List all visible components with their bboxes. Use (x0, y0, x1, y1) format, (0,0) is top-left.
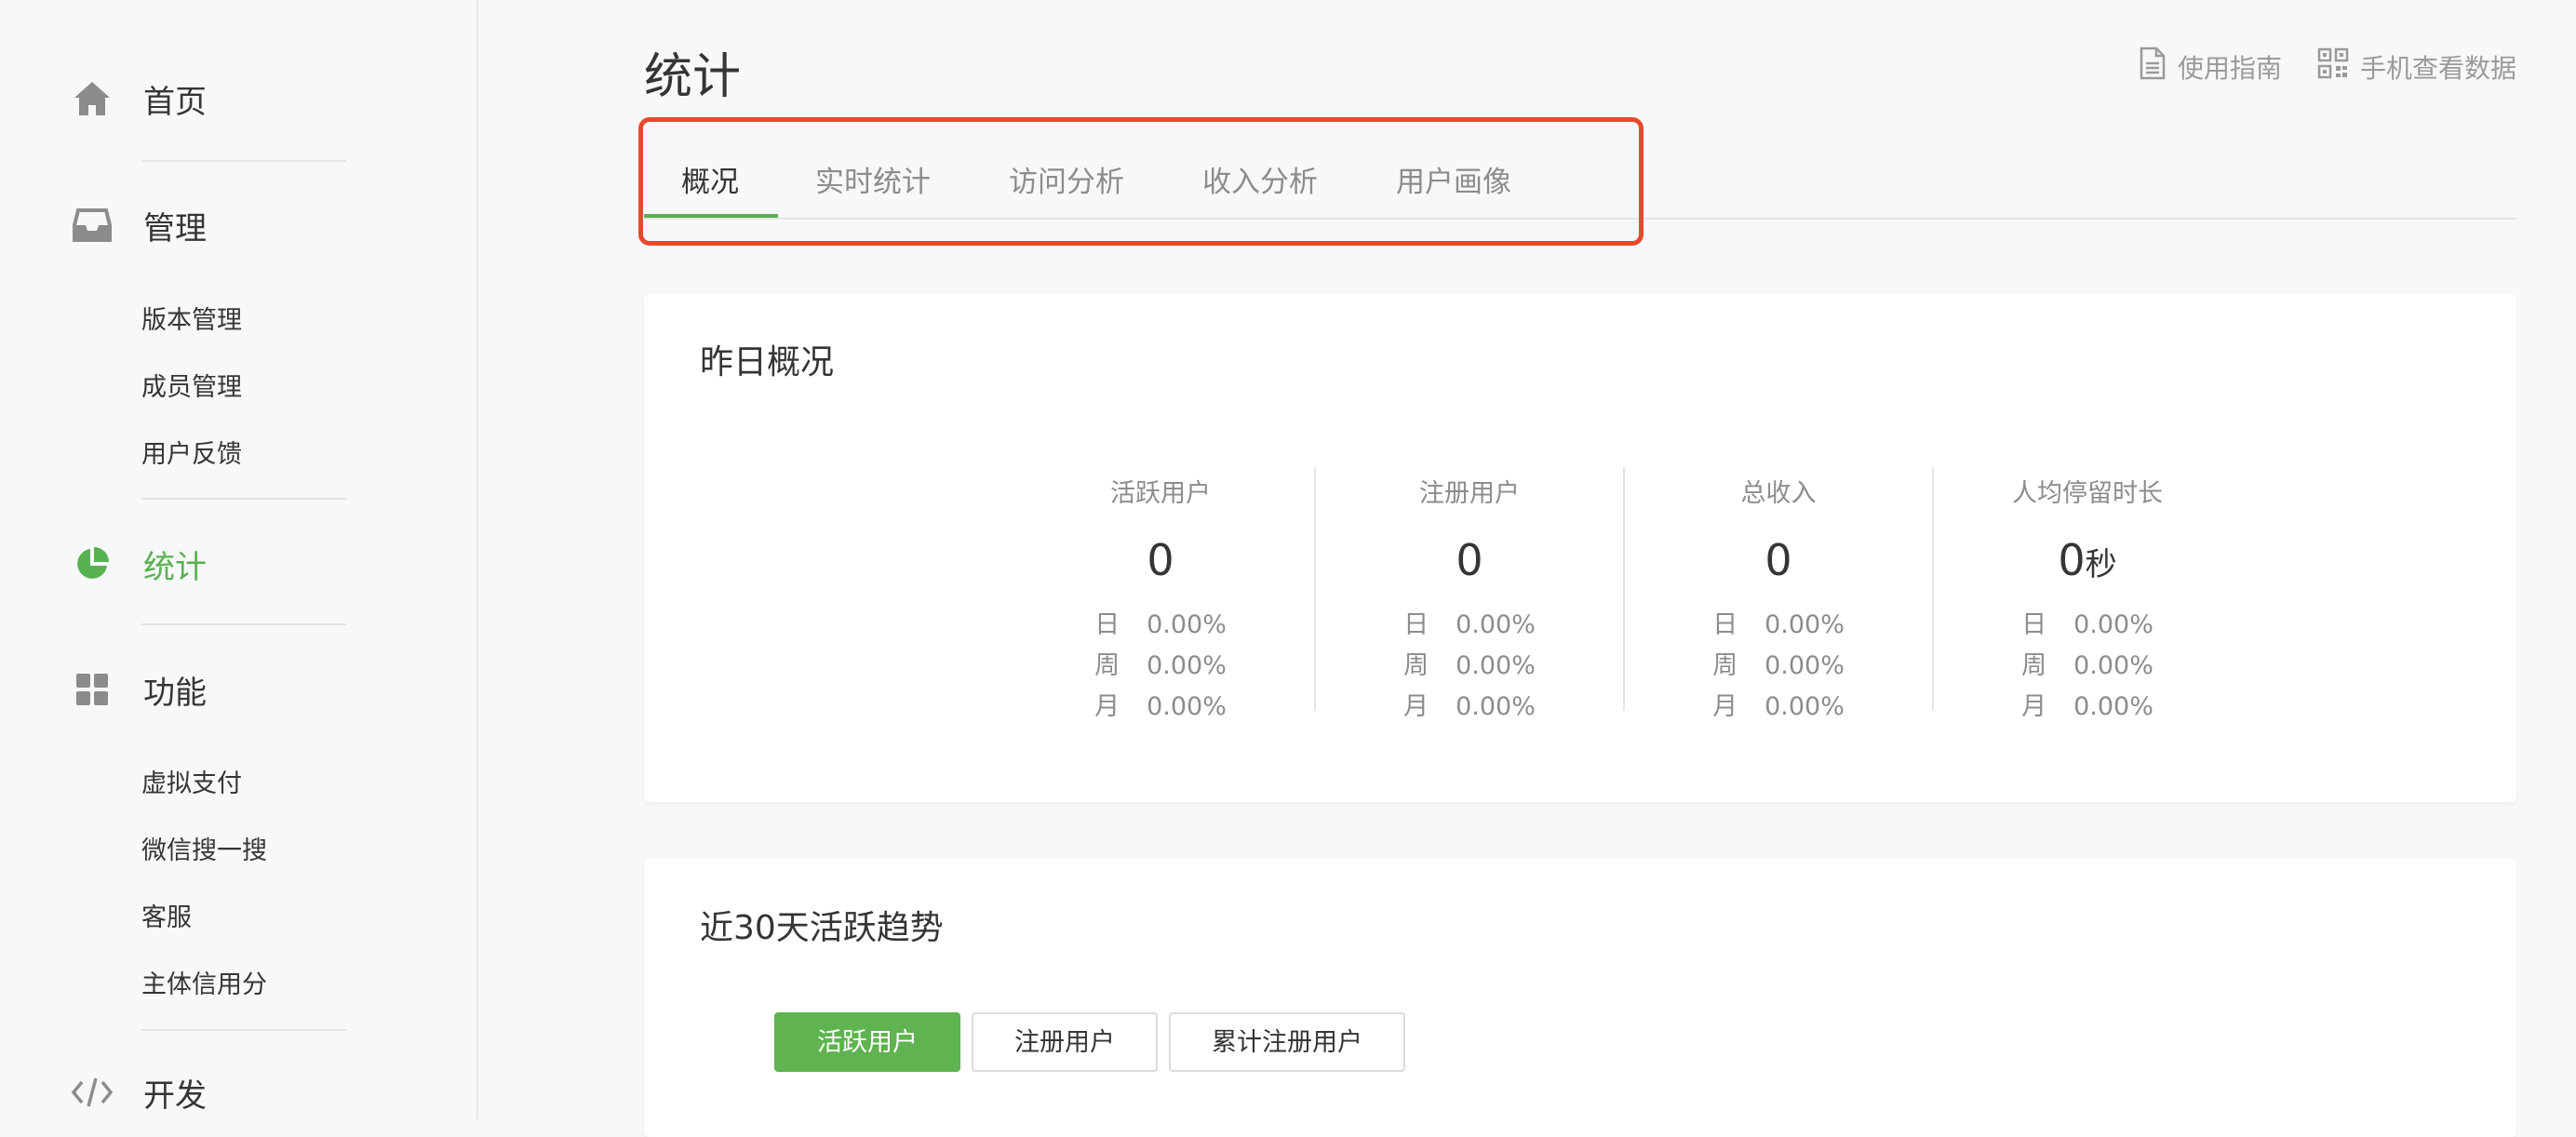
metric-avg-stay-time: 人均停留时长 0秒 日 0.00% 周 0.00% 月 0.00% (1932, 467, 2241, 721)
mobile-data-link[interactable]: 手机查看数据 (2317, 47, 2516, 86)
overview-title: 昨日概况 (700, 343, 835, 381)
sidebar-item-label: 开发 (143, 1077, 207, 1115)
page-title: 统计 (644, 49, 742, 105)
metric-month-change: 月 0.00% (1712, 692, 1845, 721)
sidebar: 首页 管理 版本管理 成员管理 用户反馈 统计 功能 虚拟支付 微信搜一搜 客服… (0, 0, 478, 1120)
metric-week-change: 周 0.00% (1712, 651, 1845, 680)
sidebar-item-dev[interactable]: 开发 (71, 1064, 207, 1120)
home-icon (71, 77, 114, 120)
sidebar-item-virtual-pay[interactable]: 虚拟支付 (141, 763, 242, 799)
sidebar-item-label: 统计 (143, 548, 207, 586)
metric-label: 活跃用户 (1110, 479, 1211, 508)
sidebar-item-user-feedback[interactable]: 用户反馈 (141, 434, 242, 470)
sidebar-item-features[interactable]: 功能 (71, 662, 207, 717)
metric-active-users: 活跃用户 0 日 0.00% 周 0.00% 月 0.00% (1007, 467, 1314, 721)
guide-link-label: 使用指南 (2177, 52, 2282, 84)
metric-registered-users: 注册用户 0 日 0.00% 周 0.00% 月 0.00% (1314, 467, 1623, 721)
metric-month-change: 月 0.00% (2021, 692, 2153, 721)
sidebar-item-credit-score[interactable]: 主体信用分 (141, 964, 267, 1000)
sidebar-item-home[interactable]: 首页 (71, 71, 207, 127)
metric-day-change: 日 0.00% (2021, 610, 2153, 639)
metric-week-change: 周 0.00% (1094, 651, 1227, 680)
code-icon (71, 1071, 114, 1114)
sidebar-item-version-manage[interactable]: 版本管理 (141, 300, 242, 336)
metric-label: 总收入 (1740, 479, 1817, 508)
sidebar-divider (141, 160, 346, 162)
metric-day-change: 日 0.00% (1403, 610, 1536, 639)
metric-value: 0 (1456, 535, 1483, 585)
metric-day-change: 日 0.00% (1712, 610, 1845, 639)
cumulative-registered-button[interactable]: 累计注册用户 (1169, 1012, 1405, 1072)
metric-week-change: 周 0.00% (2021, 651, 2153, 680)
sidebar-item-label: 首页 (143, 83, 207, 121)
guide-link[interactable]: 使用指南 (2139, 47, 2282, 87)
tab-highlight-box (638, 117, 1644, 246)
sidebar-item-label: 管理 (143, 209, 207, 247)
qrcode-icon (2317, 47, 2360, 86)
sidebar-divider (141, 623, 346, 625)
metric-value: 0 (1764, 535, 1792, 585)
mobile-data-link-label: 手机查看数据 (2359, 52, 2516, 84)
metric-value: 0 (1147, 535, 1174, 585)
sidebar-item-label: 功能 (143, 674, 207, 712)
metrics-row: 活跃用户 0 日 0.00% 周 0.00% 月 0.00% 注册用户 0 日 0.00… (1007, 467, 2241, 721)
inbox-icon (71, 204, 114, 247)
metric-day-change: 日 0.00% (1094, 610, 1227, 639)
sidebar-item-customer-service[interactable]: 客服 (141, 897, 192, 933)
trend-title: 近30天活跃趋势 (700, 909, 944, 947)
document-icon (2139, 47, 2178, 87)
sidebar-item-wechat-search[interactable]: 微信搜一搜 (141, 830, 267, 866)
registered-users-button[interactable]: 注册用户 (972, 1012, 1158, 1072)
metric-total-income: 总收入 0 日 0.00% 周 0.00% 月 0.00% (1623, 467, 1932, 721)
metric-month-change: 月 0.00% (1403, 692, 1536, 721)
trend-card: 近30天活跃趋势 活跃用户 注册用户 累计注册用户 (644, 858, 2516, 1137)
metric-value: 0秒 (2058, 535, 2117, 585)
grid-icon (71, 668, 114, 711)
sidebar-divider (141, 498, 346, 500)
sidebar-item-member-manage[interactable]: 成员管理 (141, 367, 242, 403)
metric-label: 人均停留时长 (2012, 479, 2163, 508)
active-users-button[interactable]: 活跃用户 (774, 1012, 960, 1072)
header-links: 使用指南 手机查看数据 (2139, 47, 2516, 87)
trend-series-toggle: 活跃用户 注册用户 累计注册用户 (774, 1012, 1416, 1072)
sidebar-item-stats[interactable]: 统计 (71, 536, 207, 592)
metric-label: 注册用户 (1419, 479, 1520, 508)
sidebar-item-manage[interactable]: 管理 (71, 197, 207, 253)
sidebar-divider (141, 1029, 346, 1031)
metric-week-change: 周 0.00% (1403, 651, 1536, 680)
metric-month-change: 月 0.00% (1094, 692, 1227, 721)
overview-card: 昨日概况 活跃用户 0 日 0.00% 周 0.00% 月 0.00% 注册用户 0 … (644, 294, 2516, 802)
pie-chart-icon (71, 542, 114, 585)
